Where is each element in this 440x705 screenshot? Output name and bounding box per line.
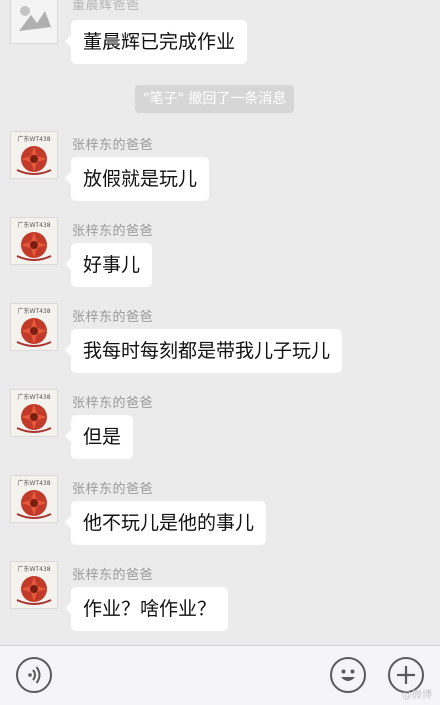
avatar[interactable]: 广东WT438 bbox=[10, 389, 58, 437]
sender-name: 张梓东的爸爸 bbox=[72, 224, 154, 239]
avatar[interactable] bbox=[10, 0, 58, 44]
avatar-caption: 广东WT438 bbox=[17, 565, 50, 573]
voice-icon bbox=[28, 666, 41, 684]
watermark: @微博 bbox=[402, 690, 432, 701]
emoji-button[interactable] bbox=[330, 657, 366, 693]
chat-area[interactable]: 董晨辉爸爸 董晨辉已完成作业 "笔子" 撤回了一条消息 广东WT438 张梓东的… bbox=[0, 0, 440, 645]
sender-name: 张梓东的爸爸 bbox=[72, 138, 154, 153]
avatar[interactable]: 广东WT438 bbox=[10, 217, 58, 265]
avatar-caption: 广东WT438 bbox=[17, 307, 50, 315]
message-bubble[interactable]: 作业？啥作业？ bbox=[64, 587, 229, 631]
sender-name: 董晨辉爸爸 bbox=[72, 0, 140, 13]
sender-name: 张梓东的爸爸 bbox=[72, 310, 154, 325]
message-bubble[interactable]: 但是 bbox=[64, 415, 134, 459]
avatar-caption: 广东WT438 bbox=[17, 479, 50, 487]
voice-button[interactable] bbox=[16, 657, 52, 693]
avatar-caption: 广东WT438 bbox=[17, 221, 50, 229]
avatar-caption: 广东WT438 bbox=[17, 135, 50, 143]
message-bubble[interactable]: 董晨辉已完成作业 bbox=[64, 20, 248, 64]
sender-name: 张梓东的爸爸 bbox=[72, 396, 154, 411]
sender-name: 张梓东的爸爸 bbox=[72, 482, 154, 497]
message-input[interactable] bbox=[68, 656, 318, 694]
avatar[interactable]: 广东WT438 bbox=[10, 303, 58, 351]
message-bubble[interactable]: 我每时每刻都是带我儿子玩儿 bbox=[64, 329, 343, 373]
avatar[interactable]: 广东WT438 bbox=[10, 131, 58, 179]
message-bubble[interactable]: 他不玩儿是他的事儿 bbox=[64, 501, 267, 545]
avatar[interactable]: 广东WT438 bbox=[10, 561, 58, 609]
emoji-icon bbox=[341, 669, 355, 681]
avatar[interactable]: 广东WT438 bbox=[10, 475, 58, 523]
sender-name: 张梓东的爸爸 bbox=[72, 568, 154, 583]
message-bubble[interactable]: 好事儿 bbox=[64, 243, 153, 287]
message-bubble[interactable]: 放假就是玩儿 bbox=[64, 157, 210, 201]
input-toolbar: @微博 bbox=[0, 645, 440, 705]
recall-notice: "笔子" 撤回了一条消息 bbox=[135, 85, 295, 113]
avatar-caption: 广东WT438 bbox=[17, 393, 50, 401]
